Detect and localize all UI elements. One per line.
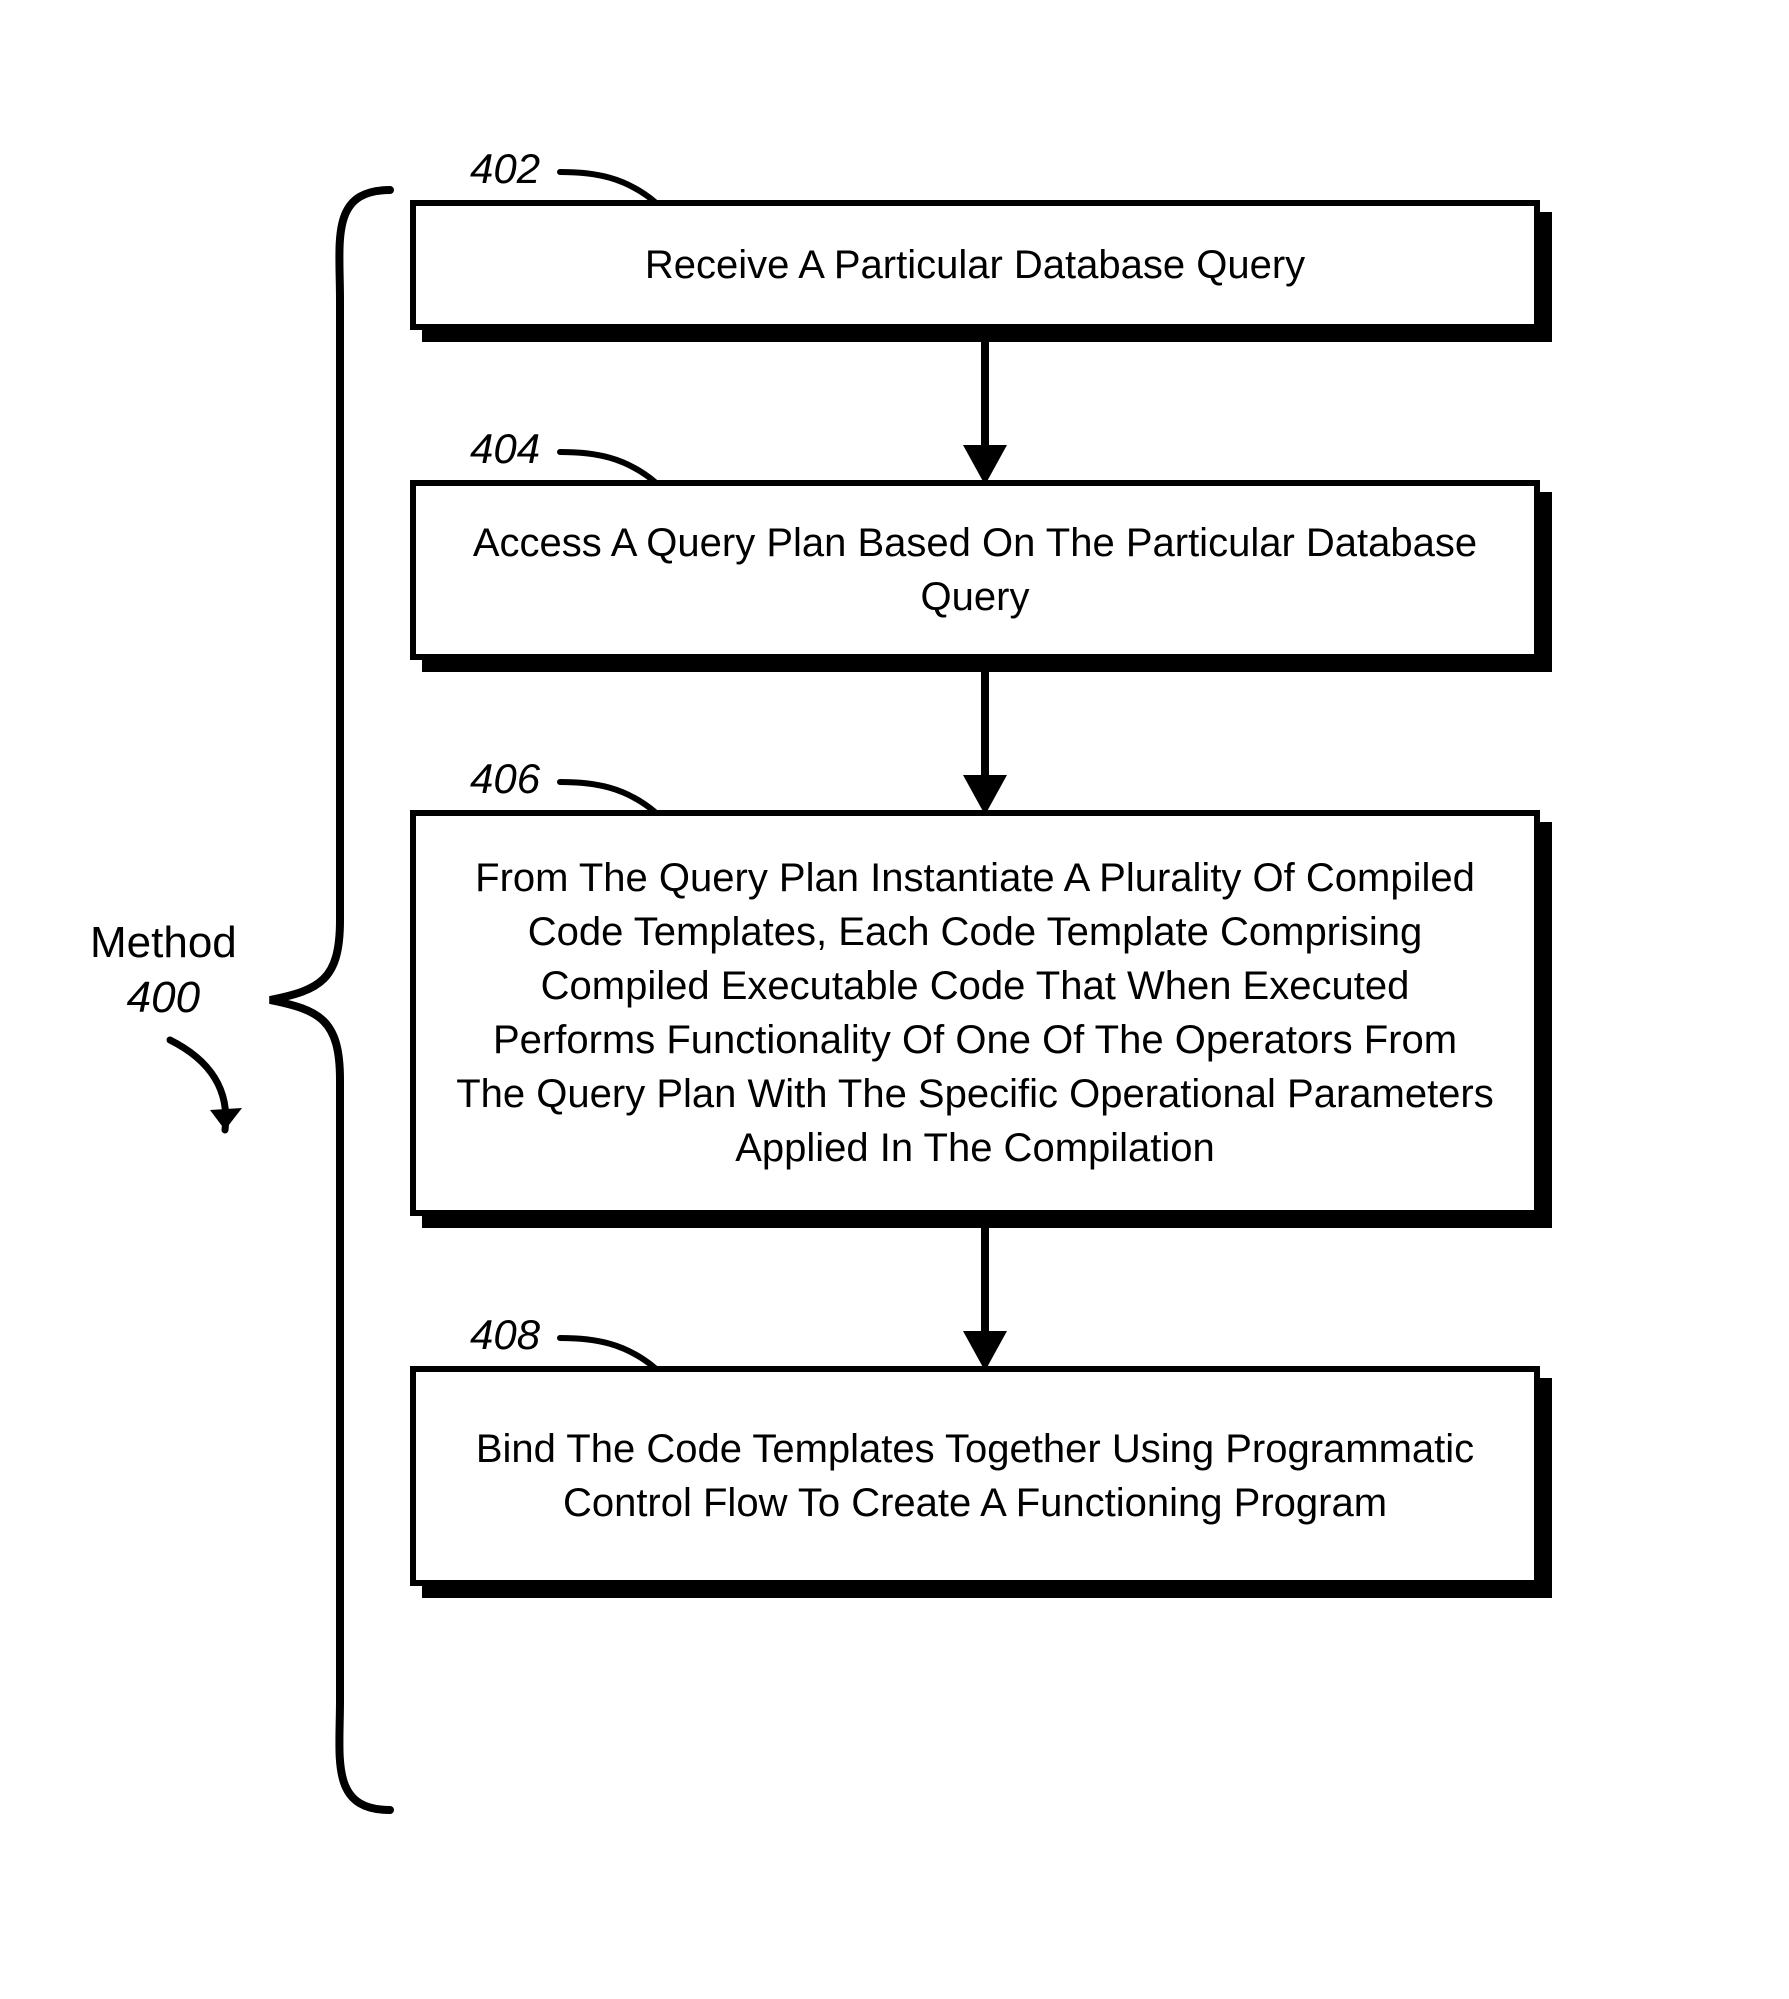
label-leader-icon xyxy=(555,1318,665,1373)
diagram-canvas: Method 400 402 Receive A Particular Data… xyxy=(0,0,1789,1999)
step-number: 402 xyxy=(470,145,540,192)
method-number: 400 xyxy=(90,970,237,1025)
step-box: Bind The Code Templates Together Using P… xyxy=(410,1366,1540,1586)
step-label: 408 xyxy=(470,1311,540,1359)
step-402: 402 Receive A Particular Database Query xyxy=(410,200,1560,330)
method-label: Method 400 xyxy=(90,915,237,1025)
step-number: 404 xyxy=(470,425,540,472)
step-label: 404 xyxy=(470,425,540,473)
step-box: Access A Query Plan Based On The Particu… xyxy=(410,480,1540,660)
step-text: From The Query Plan Instantiate A Plural… xyxy=(456,851,1494,1175)
step-text: Receive A Particular Database Query xyxy=(645,238,1305,292)
step-text: Access A Query Plan Based On The Particu… xyxy=(466,516,1484,624)
step-408: 408 Bind The Code Templates Together Usi… xyxy=(410,1366,1560,1586)
step-box: Receive A Particular Database Query xyxy=(410,200,1540,330)
label-leader-icon xyxy=(555,152,665,207)
step-label: 402 xyxy=(470,145,540,193)
step-404: 404 Access A Query Plan Based On The Par… xyxy=(410,480,1560,660)
step-number: 406 xyxy=(470,755,540,802)
method-arrow-icon xyxy=(150,1030,250,1150)
step-406: 406 From The Query Plan Instantiate A Pl… xyxy=(410,810,1560,1216)
label-leader-icon xyxy=(555,432,665,487)
step-box: From The Query Plan Instantiate A Plural… xyxy=(410,810,1540,1216)
step-text: Bind The Code Templates Together Using P… xyxy=(466,1422,1484,1530)
step-label: 406 xyxy=(470,755,540,803)
step-number: 408 xyxy=(470,1311,540,1358)
label-leader-icon xyxy=(555,762,665,817)
flowchart: 402 Receive A Particular Database Query … xyxy=(410,200,1560,1586)
brace-icon xyxy=(260,180,400,1820)
method-title: Method xyxy=(90,915,237,970)
